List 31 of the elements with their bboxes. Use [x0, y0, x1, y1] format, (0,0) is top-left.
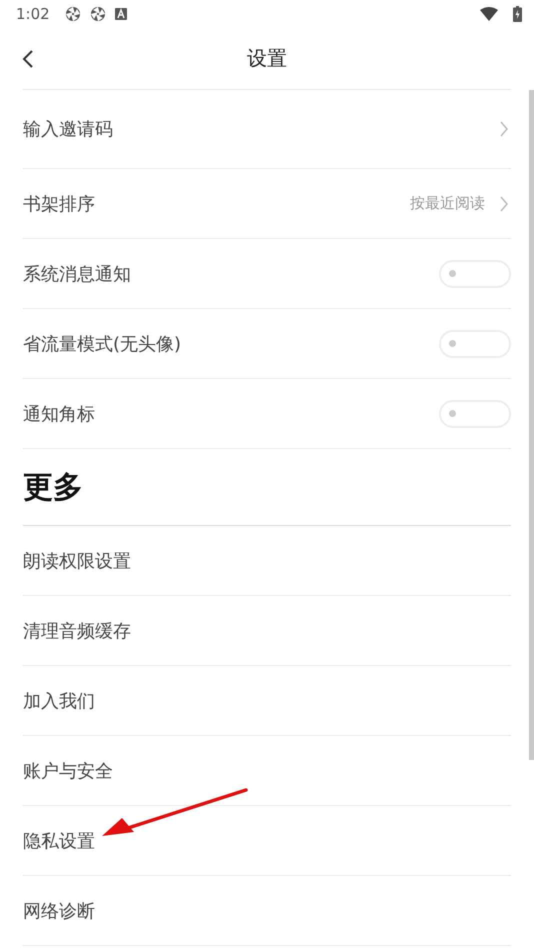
wifi-icon [480, 7, 498, 21]
menu-item[interactable]: 网络诊断 [23, 876, 511, 946]
aperture-icon [64, 6, 81, 22]
chevron-right-icon [499, 194, 509, 212]
menu-item[interactable]: 朗读权限设置 [23, 526, 511, 596]
setting-label: 省流量模式(无头像) [23, 332, 182, 356]
scrollbar[interactable] [529, 90, 534, 760]
back-icon[interactable] [22, 48, 34, 68]
settings-row[interactable]: 省流量模式(无头像) [23, 309, 511, 379]
menu-item[interactable]: 账户与安全 [23, 736, 511, 806]
settings-row[interactable]: 书架排序 按最近阅读 [23, 169, 511, 239]
status-time: 1:02 [16, 5, 50, 23]
setting-label: 系统消息通知 [23, 262, 132, 286]
setting-value: 按最近阅读 [410, 194, 485, 213]
settings-row[interactable]: 通知角标 [23, 379, 511, 449]
toggle-switch[interactable] [439, 400, 511, 428]
menu-item[interactable]: 加入我们 [23, 666, 511, 736]
battery-icon [513, 6, 522, 22]
setting-label: 输入邀请码 [23, 118, 114, 141]
settings-row[interactable]: 输入邀请码 [23, 90, 511, 169]
settings-row[interactable]: 系统消息通知 [23, 239, 511, 309]
chevron-right-icon [499, 120, 509, 138]
app-icon [114, 8, 127, 20]
toggle-switch[interactable] [439, 260, 511, 288]
toggle-switch[interactable] [439, 330, 511, 358]
setting-label: 通知角标 [23, 402, 96, 426]
aperture-icon [90, 6, 106, 22]
menu-item[interactable]: 清理音频缓存 [23, 596, 511, 666]
setting-label: 书架排序 [23, 192, 96, 216]
section-heading: 更多 [23, 449, 511, 526]
page-title: 设置 [247, 45, 287, 72]
